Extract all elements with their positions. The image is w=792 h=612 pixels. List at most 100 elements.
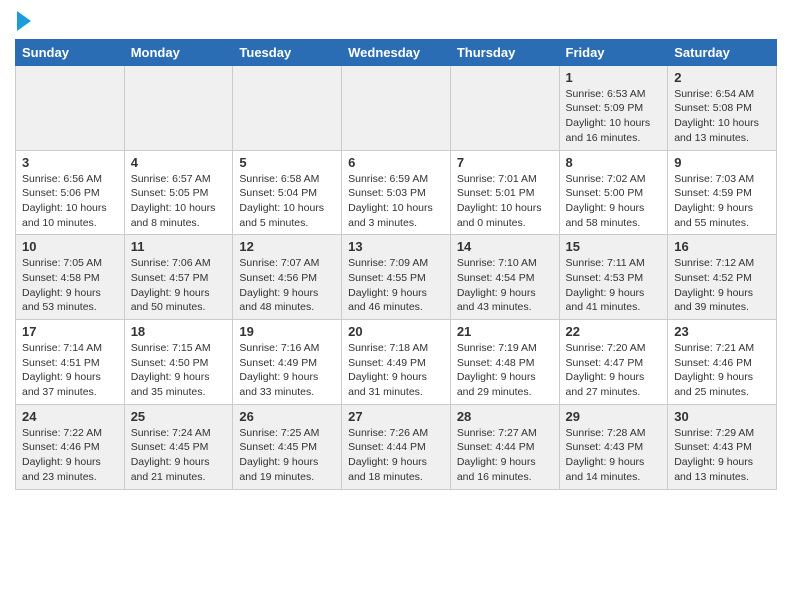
day-content: Sunrise: 7:12 AM Sunset: 4:52 PM Dayligh… xyxy=(674,256,770,315)
calendar-header-row: Sunday Monday Tuesday Wednesday Thursday… xyxy=(16,39,777,65)
logo-arrow-icon xyxy=(17,11,31,31)
col-monday: Monday xyxy=(124,39,233,65)
table-cell: 25 Sunrise: 7:24 AM Sunset: 4:45 PM Dayli… xyxy=(124,404,233,489)
day-number: 5 xyxy=(239,155,335,170)
table-cell: 23 Sunrise: 7:21 AM Sunset: 4:46 PM Dayli… xyxy=(668,320,777,405)
day-number: 21 xyxy=(457,324,553,339)
table-cell: 27Sunrise: 7:26 AM Sunset: 4:44 PM Dayli… xyxy=(342,404,451,489)
day-number: 22 xyxy=(566,324,662,339)
day-content: Sunrise: 7:07 AM Sunset: 4:56 PM Dayligh… xyxy=(239,256,335,315)
day-content: Sunrise: 7:22 AM Sunset: 4:46 PM Dayligh… xyxy=(22,426,118,485)
calendar-week-row: 24 Sunrise: 7:22 AM Sunset: 4:46 PM Dayli… xyxy=(16,404,777,489)
table-cell: 28 Sunrise: 7:27 AM Sunset: 4:44 PM Dayli… xyxy=(450,404,559,489)
day-content: Sunrise: 6:59 AM Sunset: 5:03 PM Dayligh… xyxy=(348,172,444,231)
day-content: Sunrise: 7:25 AM Sunset: 4:45 PM Dayligh… xyxy=(239,426,335,485)
table-cell: 19 Sunrise: 7:16 AM Sunset: 4:49 PM Dayli… xyxy=(233,320,342,405)
day-content: Sunrise: 7:02 AM Sunset: 5:00 PM Dayligh… xyxy=(566,172,662,231)
day-number: 9 xyxy=(674,155,770,170)
day-number: 28 xyxy=(457,409,553,424)
table-cell: 15 Sunrise: 7:11 AM Sunset: 4:53 PM Dayli… xyxy=(559,235,668,320)
day-content: Sunrise: 6:53 AM Sunset: 5:09 PM Dayligh… xyxy=(566,87,662,146)
table-cell xyxy=(233,65,342,150)
col-tuesday: Tuesday xyxy=(233,39,342,65)
table-cell: 1 Sunrise: 6:53 AM Sunset: 5:09 PM Daylig… xyxy=(559,65,668,150)
day-number: 6 xyxy=(348,155,444,170)
day-number: 26 xyxy=(239,409,335,424)
calendar-table: Sunday Monday Tuesday Wednesday Thursday… xyxy=(15,39,777,490)
table-cell: 11 Sunrise: 7:06 AM Sunset: 4:57 PM Dayli… xyxy=(124,235,233,320)
table-cell: 12 Sunrise: 7:07 AM Sunset: 4:56 PM Dayli… xyxy=(233,235,342,320)
day-number: 18 xyxy=(131,324,227,339)
day-number: 1 xyxy=(566,70,662,85)
table-cell: 4 Sunrise: 6:57 AM Sunset: 5:05 PM Daylig… xyxy=(124,150,233,235)
table-cell: 20 Sunrise: 7:18 AM Sunset: 4:49 PM Dayli… xyxy=(342,320,451,405)
col-friday: Friday xyxy=(559,39,668,65)
table-cell: 16 Sunrise: 7:12 AM Sunset: 4:52 PM Dayli… xyxy=(668,235,777,320)
day-content: Sunrise: 7:29 AM Sunset: 4:43 PM Dayligh… xyxy=(674,426,770,485)
page-container: Sunday Monday Tuesday Wednesday Thursday… xyxy=(0,0,792,500)
day-number: 29 xyxy=(566,409,662,424)
day-number: 30 xyxy=(674,409,770,424)
day-content: Sunrise: 6:57 AM Sunset: 5:05 PM Dayligh… xyxy=(131,172,227,231)
day-content: Sunrise: 7:16 AM Sunset: 4:49 PM Dayligh… xyxy=(239,341,335,400)
day-content: Sunrise: 7:09 AM Sunset: 4:55 PM Dayligh… xyxy=(348,256,444,315)
table-cell: 10 Sunrise: 7:05 AM Sunset: 4:58 PM Dayli… xyxy=(16,235,125,320)
table-cell: 13 Sunrise: 7:09 AM Sunset: 4:55 PM Dayli… xyxy=(342,235,451,320)
day-content: Sunrise: 7:10 AM Sunset: 4:54 PM Dayligh… xyxy=(457,256,553,315)
table-cell xyxy=(450,65,559,150)
table-cell: 9 Sunrise: 7:03 AM Sunset: 4:59 PM Daylig… xyxy=(668,150,777,235)
day-content: Sunrise: 6:56 AM Sunset: 5:06 PM Dayligh… xyxy=(22,172,118,231)
day-content: Sunrise: 7:06 AM Sunset: 4:57 PM Dayligh… xyxy=(131,256,227,315)
day-number: 19 xyxy=(239,324,335,339)
day-content: Sunrise: 7:19 AM Sunset: 4:48 PM Dayligh… xyxy=(457,341,553,400)
day-content: Sunrise: 7:05 AM Sunset: 4:58 PM Dayligh… xyxy=(22,256,118,315)
col-sunday: Sunday xyxy=(16,39,125,65)
table-cell: 26 Sunrise: 7:25 AM Sunset: 4:45 PM Dayli… xyxy=(233,404,342,489)
calendar-week-row: 10 Sunrise: 7:05 AM Sunset: 4:58 PM Dayli… xyxy=(16,235,777,320)
day-number: 11 xyxy=(131,239,227,254)
day-number: 7 xyxy=(457,155,553,170)
day-number: 15 xyxy=(566,239,662,254)
day-number: 23 xyxy=(674,324,770,339)
day-content: Sunrise: 7:28 AM Sunset: 4:43 PM Dayligh… xyxy=(566,426,662,485)
day-number: 13 xyxy=(348,239,444,254)
table-cell xyxy=(124,65,233,150)
day-content: Sunrise: 7:01 AM Sunset: 5:01 PM Dayligh… xyxy=(457,172,553,231)
day-content: Sunrise: 7:03 AM Sunset: 4:59 PM Dayligh… xyxy=(674,172,770,231)
day-number: 20 xyxy=(348,324,444,339)
calendar-week-row: 1 Sunrise: 6:53 AM Sunset: 5:09 PM Daylig… xyxy=(16,65,777,150)
day-number: 8 xyxy=(566,155,662,170)
day-number: 25 xyxy=(131,409,227,424)
day-number: 12 xyxy=(239,239,335,254)
day-number: 2 xyxy=(674,70,770,85)
table-cell: 2 Sunrise: 6:54 AM Sunset: 5:08 PM Daylig… xyxy=(668,65,777,150)
col-thursday: Thursday xyxy=(450,39,559,65)
day-content: Sunrise: 7:11 AM Sunset: 4:53 PM Dayligh… xyxy=(566,256,662,315)
header xyxy=(15,10,777,31)
table-cell: 24 Sunrise: 7:22 AM Sunset: 4:46 PM Dayli… xyxy=(16,404,125,489)
table-cell: 30 Sunrise: 7:29 AM Sunset: 4:43 PM Dayli… xyxy=(668,404,777,489)
table-cell: 14Sunrise: 7:10 AM Sunset: 4:54 PM Dayli… xyxy=(450,235,559,320)
day-number: 4 xyxy=(131,155,227,170)
col-wednesday: Wednesday xyxy=(342,39,451,65)
day-number: 24 xyxy=(22,409,118,424)
table-cell xyxy=(16,65,125,150)
table-cell: 29 Sunrise: 7:28 AM Sunset: 4:43 PM Dayli… xyxy=(559,404,668,489)
table-cell: 3 Sunrise: 6:56 AM Sunset: 5:06 PM Daylig… xyxy=(16,150,125,235)
day-number: 3 xyxy=(22,155,118,170)
day-number: 10 xyxy=(22,239,118,254)
day-number: 17 xyxy=(22,324,118,339)
table-cell: 17Sunrise: 7:14 AM Sunset: 4:51 PM Dayli… xyxy=(16,320,125,405)
table-cell: 18 Sunrise: 7:15 AM Sunset: 4:50 PM Dayli… xyxy=(124,320,233,405)
day-content: Sunrise: 6:54 AM Sunset: 5:08 PM Dayligh… xyxy=(674,87,770,146)
day-content: Sunrise: 7:27 AM Sunset: 4:44 PM Dayligh… xyxy=(457,426,553,485)
day-content: Sunrise: 7:18 AM Sunset: 4:49 PM Dayligh… xyxy=(348,341,444,400)
day-content: Sunrise: 7:15 AM Sunset: 4:50 PM Dayligh… xyxy=(131,341,227,400)
day-number: 16 xyxy=(674,239,770,254)
day-content: Sunrise: 7:24 AM Sunset: 4:45 PM Dayligh… xyxy=(131,426,227,485)
table-cell: 22Sunrise: 7:20 AM Sunset: 4:47 PM Dayli… xyxy=(559,320,668,405)
calendar-week-row: 17Sunrise: 7:14 AM Sunset: 4:51 PM Dayli… xyxy=(16,320,777,405)
day-number: 27 xyxy=(348,409,444,424)
calendar-week-row: 3 Sunrise: 6:56 AM Sunset: 5:06 PM Daylig… xyxy=(16,150,777,235)
day-content: Sunrise: 7:21 AM Sunset: 4:46 PM Dayligh… xyxy=(674,341,770,400)
